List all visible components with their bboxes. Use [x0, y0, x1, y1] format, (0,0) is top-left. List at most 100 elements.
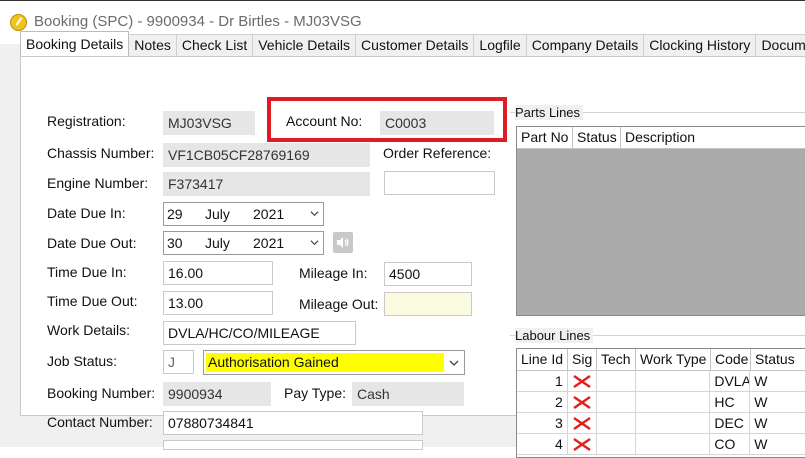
- table-row[interactable]: 2 HC W: [517, 392, 805, 413]
- contact-number-input[interactable]: 07880734841: [163, 411, 423, 435]
- pay-type-field: Cash: [352, 382, 464, 406]
- account-no-label: Account No:: [286, 113, 363, 129]
- tab-vehicle-details[interactable]: Vehicle Details: [252, 34, 357, 56]
- account-no-field: C0003: [380, 111, 494, 135]
- mileage-in-input[interactable]: 4500: [384, 262, 472, 286]
- labour-rows: 1 DVLA W 2 HC W 3 DEC W 4 CO W: [517, 371, 805, 455]
- tab-documents[interactable]: Docume: [755, 34, 805, 56]
- tab-notes[interactable]: Notes: [128, 34, 177, 56]
- registration-field: MJ03VSG: [163, 111, 255, 135]
- booking-number-field: 9900934: [163, 382, 271, 406]
- speaker-button[interactable]: [333, 232, 353, 253]
- status-cell: W: [750, 413, 805, 434]
- code-cell: DEC: [710, 413, 751, 434]
- sig-cell: [567, 434, 597, 455]
- chevron-down-icon[interactable]: [310, 209, 319, 218]
- date-due-in-year: 2021: [253, 206, 285, 222]
- col-part-no[interactable]: Part No: [517, 127, 573, 149]
- tech-cell: [596, 371, 636, 392]
- x-icon: [573, 375, 591, 388]
- job-status-dropdown[interactable]: Authorisation Gained: [203, 350, 465, 375]
- status-cell: W: [750, 392, 805, 413]
- x-icon: [573, 396, 591, 409]
- app-icon: [10, 14, 27, 31]
- time-due-out-input[interactable]: 13.00: [163, 291, 273, 315]
- x-icon: [573, 417, 591, 430]
- col-tech[interactable]: Tech: [597, 349, 636, 371]
- line-id-cell: 1: [517, 371, 568, 392]
- labour-lines-title: Labour Lines: [515, 328, 594, 343]
- work-type-cell: [635, 413, 711, 434]
- chevron-down-icon[interactable]: [449, 358, 459, 368]
- mileage-out-label: Mileage Out:: [299, 296, 379, 312]
- tab-check-list[interactable]: Check List: [175, 34, 254, 56]
- booking-number-label: Booking Number:: [47, 385, 156, 401]
- job-status-label: Job Status:: [47, 353, 118, 369]
- col-status[interactable]: Status: [573, 127, 621, 149]
- mileage-in-label: Mileage In:: [299, 265, 368, 281]
- sig-cell: [567, 371, 597, 392]
- col-code[interactable]: Code: [711, 349, 751, 371]
- tab-logfile[interactable]: Logfile: [473, 34, 527, 56]
- date-due-out-label: Date Due Out:: [47, 235, 137, 251]
- tech-cell: [596, 434, 636, 455]
- tech-cell: [596, 413, 636, 434]
- parts-lines-title: Parts Lines: [515, 105, 584, 120]
- tab-booking-details[interactable]: Booking Details: [20, 31, 130, 56]
- date-due-in-month: July: [205, 206, 230, 222]
- job-status-value: Authorisation Gained: [206, 353, 444, 372]
- chassis-field: VF1CB05CF28769169: [163, 143, 370, 167]
- status-cell: W: [750, 434, 805, 455]
- contact-number-label: Contact Number:: [47, 414, 153, 430]
- order-reference-input[interactable]: [384, 171, 495, 195]
- x-icon: [573, 438, 591, 451]
- contact-email-input[interactable]: [163, 440, 423, 450]
- status-cell: W: [750, 371, 805, 392]
- time-due-out-label: Time Due Out:: [47, 293, 138, 309]
- work-type-cell: [635, 434, 711, 455]
- code-cell: CO: [710, 434, 751, 455]
- table-row[interactable]: 3 DEC W: [517, 413, 805, 434]
- speaker-icon: [337, 237, 349, 248]
- col-work-type[interactable]: Work Type: [636, 349, 711, 371]
- time-due-in-label: Time Due In:: [47, 264, 127, 280]
- work-type-cell: [635, 392, 711, 413]
- col-sig[interactable]: Sig: [568, 349, 597, 371]
- labour-grid-header: Line Id Sig Tech Work Type Code Status: [517, 349, 805, 371]
- tab-strip: Booking Details Notes Check List Vehicle…: [20, 31, 805, 56]
- date-due-out-year: 2021: [253, 235, 285, 251]
- chassis-label: Chassis Number:: [47, 145, 155, 161]
- line-id-cell: 2: [517, 392, 568, 413]
- sig-cell: [567, 392, 597, 413]
- col-status[interactable]: Status: [751, 349, 805, 371]
- work-details-input[interactable]: DVLA/HC/CO/MILEAGE: [163, 321, 356, 345]
- registration-label: Registration:: [47, 113, 126, 129]
- tab-company-details[interactable]: Company Details: [525, 34, 645, 56]
- work-details-label: Work Details:: [47, 322, 130, 338]
- tab-clocking-history[interactable]: Clocking History: [643, 34, 757, 56]
- date-due-out-picker[interactable]: 30 July 2021: [163, 231, 324, 255]
- job-status-code: J: [163, 350, 194, 374]
- col-line-id[interactable]: Line Id: [517, 349, 568, 371]
- tab-customer-details[interactable]: Customer Details: [355, 34, 475, 56]
- date-due-in-picker[interactable]: 29 July 2021: [163, 202, 324, 226]
- table-row[interactable]: 1 DVLA W: [517, 371, 805, 392]
- time-due-in-input[interactable]: 16.00: [163, 261, 273, 285]
- order-reference-label: Order Reference:: [383, 145, 492, 161]
- line-id-cell: 4: [517, 434, 568, 455]
- tech-cell: [596, 392, 636, 413]
- work-type-cell: [635, 371, 711, 392]
- code-cell: HC: [710, 392, 751, 413]
- table-row[interactable]: 4 CO W: [517, 434, 805, 455]
- chevron-down-icon[interactable]: [310, 238, 319, 247]
- code-cell: DVLA: [710, 371, 751, 392]
- date-due-in-day: 29: [167, 206, 183, 222]
- engine-field: F373417: [163, 172, 370, 196]
- parts-grid-header: Part No Status Description: [517, 127, 805, 149]
- parts-lines-grid[interactable]: Part No Status Description: [516, 126, 805, 316]
- labour-lines-grid[interactable]: Line Id Sig Tech Work Type Code Status 1…: [516, 348, 805, 458]
- pay-type-label: Pay Type:: [284, 385, 347, 401]
- mileage-out-input[interactable]: [384, 292, 472, 316]
- line-id-cell: 3: [517, 413, 568, 434]
- col-description[interactable]: Description: [621, 127, 805, 149]
